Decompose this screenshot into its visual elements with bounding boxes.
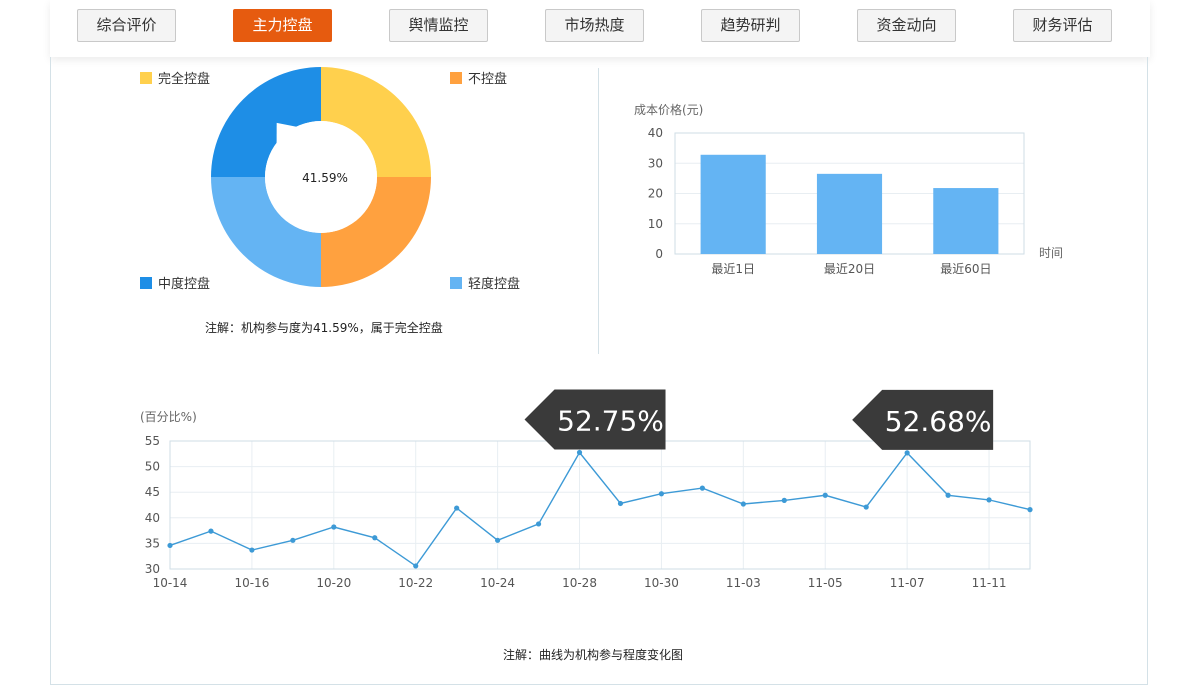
bar-y-tick-label: 40 bbox=[648, 126, 663, 140]
line-point bbox=[986, 497, 992, 503]
line-x-tick-label: 11-05 bbox=[808, 576, 843, 590]
legend-medium-control: 中度控盘 bbox=[140, 273, 210, 292]
line-point bbox=[699, 485, 705, 491]
legend-label: 中度控盘 bbox=[158, 277, 211, 292]
bar bbox=[933, 188, 999, 254]
line-point bbox=[249, 547, 255, 553]
line-point bbox=[740, 501, 746, 507]
line-point bbox=[945, 492, 951, 498]
line-point bbox=[454, 505, 460, 511]
bar bbox=[816, 173, 883, 254]
participation-line-chart: 30 35 40 45 50 55 10-14 10-16 10-20 10-22 10-24 10-… bbox=[140, 389, 1033, 590]
line-x-tick-label: 10-24 bbox=[480, 576, 515, 590]
line-y-axis-label: (百分比%) bbox=[140, 410, 197, 424]
line-point bbox=[576, 449, 583, 456]
bar-y-tick-label: 0 bbox=[655, 247, 663, 261]
legend-label: 不控盘 bbox=[468, 72, 508, 87]
line-x-tick-label: 10-16 bbox=[234, 576, 269, 590]
line-point bbox=[331, 524, 337, 530]
line-y-tick-label: 40 bbox=[145, 511, 160, 525]
bar-x-tick-label: 最近20日 bbox=[824, 262, 875, 276]
bar-y-tick-label: 10 bbox=[648, 217, 663, 231]
tab-overall-rating[interactable]: 综合评价 bbox=[77, 9, 176, 42]
legend-swatch bbox=[450, 72, 462, 84]
line-y-tick-label: 45 bbox=[145, 485, 160, 499]
line-y-tick-label: 55 bbox=[145, 434, 160, 448]
bar-x-axis-label: 时间 bbox=[1039, 246, 1063, 260]
bar bbox=[700, 154, 766, 254]
value-tooltip: 52.68% bbox=[852, 389, 994, 450]
value-tooltip: 52.75% bbox=[524, 389, 666, 450]
legend-swatch bbox=[140, 277, 152, 289]
legend-label: 完全控盘 bbox=[158, 72, 211, 87]
line-x-tick-label: 11-11 bbox=[972, 576, 1007, 590]
bar-y-tick-label: 30 bbox=[648, 156, 663, 170]
line-x-tick-label: 10-14 bbox=[153, 576, 188, 590]
line-note: 注解：曲线为机构参与程度变化图 bbox=[503, 648, 684, 662]
line-point bbox=[904, 450, 910, 456]
bar-x-tick-label: 最近60日 bbox=[940, 262, 991, 276]
line-point bbox=[167, 542, 173, 549]
line-x-tick-label: 10-30 bbox=[644, 576, 679, 590]
line-point bbox=[1027, 507, 1033, 513]
line-point bbox=[495, 537, 501, 543]
bar-y-axis-label: 成本价格(元) bbox=[634, 102, 703, 117]
line-point bbox=[781, 497, 787, 503]
tab-financial[interactable]: 财务评估 bbox=[1013, 9, 1112, 42]
line-point bbox=[617, 500, 624, 507]
legend-no-control: 不控盘 bbox=[450, 68, 507, 87]
donut-center-label: 41.59% bbox=[302, 171, 348, 185]
legend-label: 轻度控盘 bbox=[468, 277, 521, 292]
tooltip-label: 52.68% bbox=[885, 405, 992, 438]
line-point bbox=[822, 492, 828, 498]
line-x-tick-label: 11-03 bbox=[726, 576, 761, 590]
line-point bbox=[658, 491, 665, 497]
legend-swatch bbox=[450, 277, 462, 289]
line-point bbox=[290, 537, 296, 543]
line-y-tick-label: 30 bbox=[145, 562, 160, 576]
panel-divider bbox=[598, 68, 599, 354]
tab-trend[interactable]: 趋势研判 bbox=[701, 9, 800, 42]
tab-sentiment[interactable]: 舆情监控 bbox=[389, 9, 488, 42]
pie-note: 注解：机构参与度为41.59%，属于完全控盘 bbox=[205, 321, 443, 335]
legend-full-control: 完全控盘 bbox=[140, 68, 210, 87]
tab-main-control[interactable]: 主力控盘 bbox=[233, 9, 332, 42]
line-point bbox=[372, 535, 378, 541]
line-x-tick-label: 11-07 bbox=[890, 576, 925, 590]
line-x-tick-label: 10-22 bbox=[398, 576, 433, 590]
cost-price-bar-chart: 0 10 20 30 40 最近1日 最近20日 最近60日 成本价格(元) 时间 bbox=[634, 102, 1063, 276]
tooltip-label: 52.75% bbox=[557, 405, 664, 438]
tab-fund-flow[interactable]: 资金动向 bbox=[857, 9, 956, 42]
line-y-tick-label: 35 bbox=[145, 536, 160, 550]
bar-y-tick-label: 20 bbox=[648, 187, 663, 201]
tab-market-heat[interactable]: 市场热度 bbox=[545, 9, 644, 42]
legend-light-control: 轻度控盘 bbox=[450, 273, 520, 292]
line-point bbox=[863, 504, 869, 510]
tab-bar: 综合评价 主力控盘 舆情监控 市场热度 趋势研判 资金动向 财务评估 bbox=[50, 0, 1150, 57]
line-x-tick-label: 10-20 bbox=[316, 576, 351, 590]
line-series bbox=[169, 451, 1031, 567]
legend-swatch bbox=[140, 72, 152, 84]
bar-x-tick-label: 最近1日 bbox=[711, 262, 755, 276]
line-y-tick-label: 50 bbox=[145, 460, 160, 474]
line-point bbox=[413, 563, 419, 569]
line-x-tick-label: 10-28 bbox=[562, 576, 597, 590]
control-donut-chart: 41.59% bbox=[211, 67, 431, 287]
line-point bbox=[208, 528, 214, 534]
line-point bbox=[535, 521, 542, 527]
